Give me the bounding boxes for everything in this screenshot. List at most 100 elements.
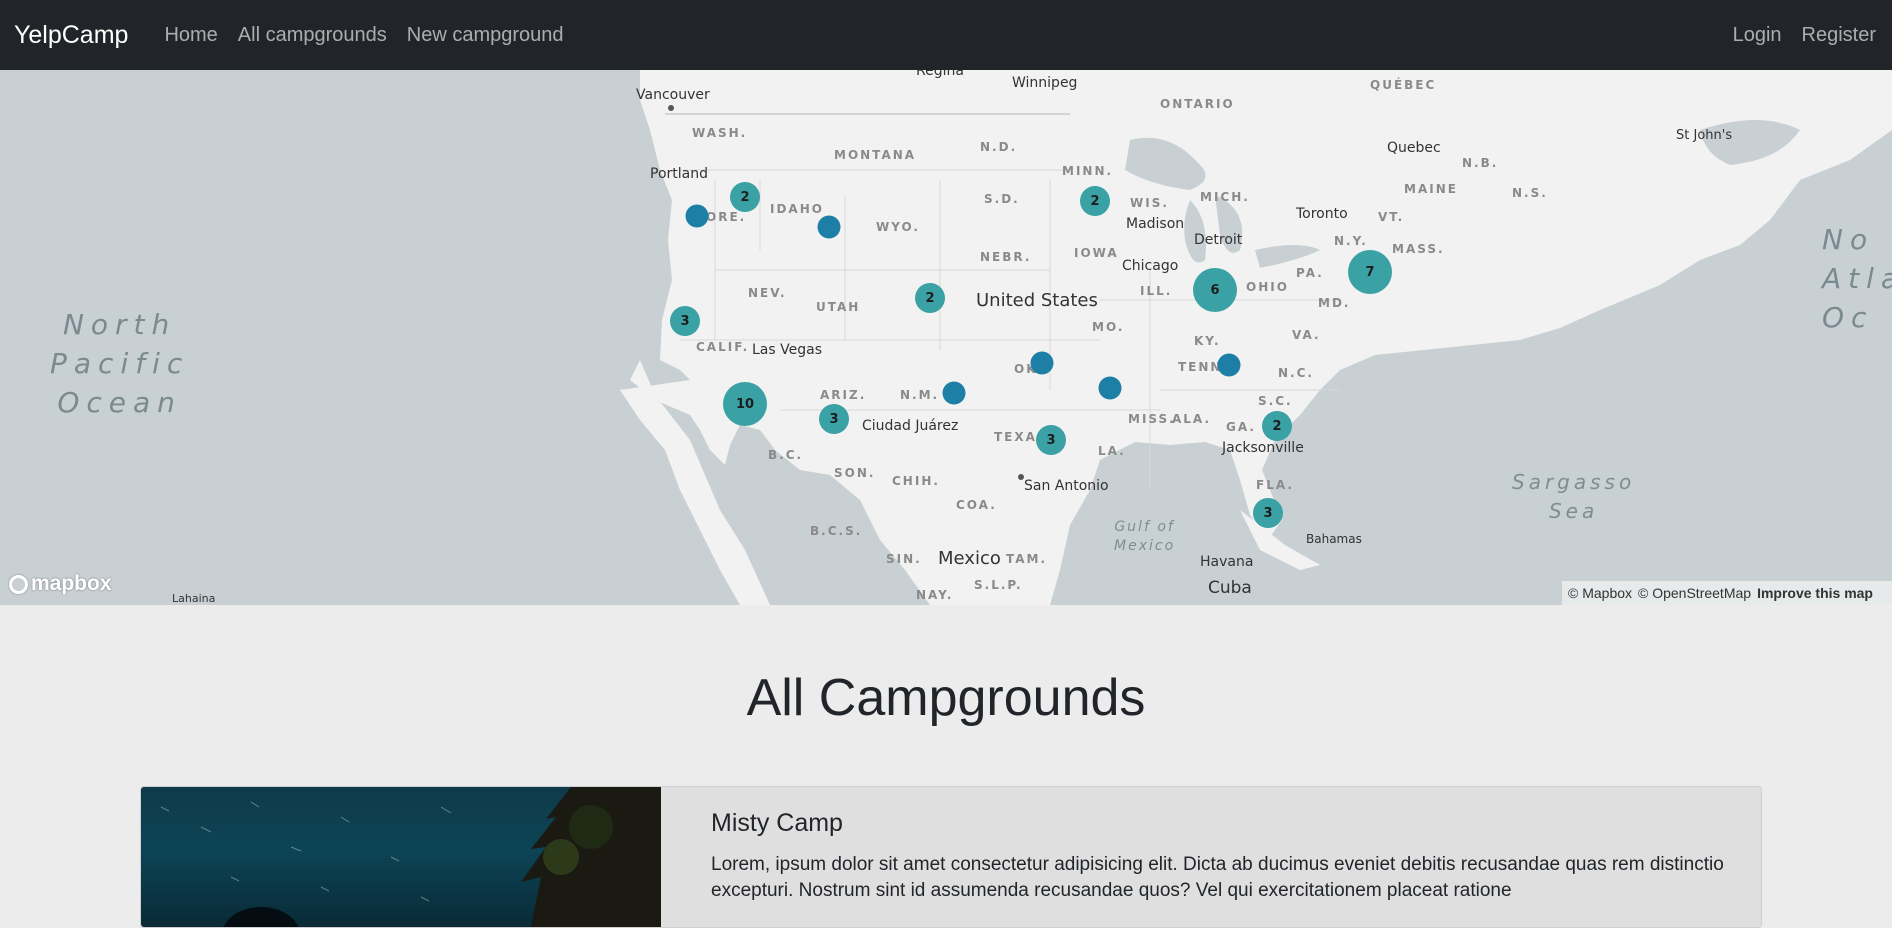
map-label-montana: MONTANA	[834, 148, 917, 162]
cluster-map[interactable]: North Pacific Ocean No Atla Oc Sargasso …	[0, 70, 1892, 605]
map-label-quebec-prov: QUÉBEC	[1370, 78, 1437, 92]
gulf-of-mexico-label: Gulf of Mexico	[1114, 518, 1175, 556]
map-label-vt: VT.	[1378, 210, 1405, 224]
map-label-pa: PA.	[1296, 266, 1324, 280]
navbar: YelpCamp Home All campgrounds New campgr…	[0, 0, 1892, 70]
map-label-mo: MO.	[1092, 320, 1125, 334]
gulf-of-mexico-text: Gulf of Mexico	[1114, 519, 1176, 554]
map-label-madison: Madison	[1126, 216, 1185, 232]
map-label-nc: N.C.	[1278, 366, 1314, 380]
map-label-san-antonio: San Antonio	[1024, 478, 1109, 494]
nav-home-link[interactable]: Home	[164, 24, 217, 47]
map-label-vancouver: Vancouver	[636, 87, 710, 103]
map-point[interactable]	[1030, 351, 1054, 375]
map-label-nebr: NEBR.	[980, 250, 1032, 264]
map-cluster[interactable]: 3	[819, 404, 849, 434]
map-label-slp: S.L.P.	[974, 578, 1023, 592]
star-trails	[160, 801, 452, 927]
map-cluster[interactable]: 3	[670, 306, 700, 336]
register-link[interactable]: Register	[1802, 24, 1876, 47]
map-label-chih: CHIH.	[892, 474, 940, 488]
map-point[interactable]	[1217, 353, 1241, 377]
login-link[interactable]: Login	[1733, 24, 1782, 47]
map-point[interactable]	[817, 215, 841, 239]
map-attribution: © Mapbox © OpenStreetMap Improve this ma…	[1562, 581, 1892, 605]
campground-image	[141, 787, 661, 927]
map-label-wash: WASH.	[692, 126, 748, 140]
map-label-mass: MASS.	[1392, 242, 1445, 256]
map-cluster[interactable]: 7	[1348, 250, 1392, 294]
map-label-calif: CALIF.	[696, 340, 750, 354]
mapbox-attribution-link[interactable]: © Mapbox	[1568, 585, 1632, 601]
map-cluster[interactable]: 2	[1080, 186, 1110, 216]
map-label-portland: Portland	[650, 166, 708, 182]
mapbox-logo-text: mapbox	[31, 572, 112, 595]
map-label-havana: Havana	[1200, 554, 1254, 570]
map-label-bahamas: Bahamas	[1306, 532, 1362, 546]
brand-logo[interactable]: YelpCamp	[14, 21, 128, 50]
map-label-bc: B.C.	[768, 448, 804, 462]
map-label-chicago: Chicago	[1122, 258, 1179, 274]
map-label-nb: N.B.	[1462, 156, 1499, 170]
map-cluster[interactable]: 2	[730, 182, 760, 212]
map-cluster[interactable]: 2	[915, 283, 945, 313]
map-cluster[interactable]: 3	[1036, 425, 1066, 455]
map-label-nm: N.M.	[900, 388, 940, 402]
improve-map-link[interactable]: Improve this map	[1757, 585, 1873, 601]
map-label-wis: WIS.	[1130, 196, 1169, 210]
campground-card-body: Misty Camp Lorem, ipsum dolor sit amet c…	[711, 809, 1741, 904]
map-label-wyo: WYO.	[876, 220, 920, 234]
map-label-va: VA.	[1292, 328, 1321, 342]
mapbox-logo[interactable]: mapbox	[9, 572, 112, 596]
map-point[interactable]	[685, 204, 709, 228]
map-label-son: SON.	[834, 466, 876, 480]
map-cluster[interactable]: 6	[1193, 268, 1237, 312]
map-point[interactable]	[1098, 376, 1122, 400]
map-label-united-states: United States	[976, 290, 1098, 311]
map-label-nev: NEV.	[748, 286, 787, 300]
map-cluster[interactable]: 2	[1262, 411, 1292, 441]
nav-new-campground-link[interactable]: New campground	[407, 24, 564, 47]
north-atlantic-label: No Atla Oc	[1822, 220, 1892, 337]
map-dot	[668, 105, 674, 111]
sargasso-sea-label: Sargasso Sea	[1512, 468, 1635, 526]
map-label-detroit: Detroit	[1194, 232, 1243, 248]
map-dot	[1018, 474, 1024, 480]
osm-attribution-link[interactable]: © OpenStreetMap	[1638, 585, 1751, 601]
north-pacific-text: North Pacific Ocean	[50, 308, 190, 419]
north-pacific-label: North Pacific Ocean	[50, 305, 189, 422]
map-label-ore: ORE.	[706, 210, 747, 224]
north-atlantic-text: No Atla Oc	[1822, 223, 1892, 334]
map-label-md: MD.	[1318, 296, 1351, 310]
campground-description: Lorem, ipsum dolor sit amet consectetur …	[711, 854, 1724, 901]
map-label-idaho: IDAHO	[770, 202, 824, 216]
campground-title: Misty Camp	[711, 809, 843, 837]
map-label-jacksonville: Jacksonville	[1222, 440, 1304, 456]
map-label-fla: FLA.	[1256, 478, 1294, 492]
map-label-iowa: IOWA	[1074, 246, 1119, 260]
map-label-sin: SIN.	[886, 552, 922, 566]
map-label-ontario: ONTARIO	[1160, 97, 1235, 111]
map-label-las-vegas: Las Vegas	[752, 342, 822, 358]
map-label-minn: MINN.	[1062, 164, 1114, 178]
map-point[interactable]	[942, 381, 966, 405]
map-label-tam: TAM.	[1006, 552, 1048, 566]
map-label-lahaina: Lahaina	[172, 592, 216, 605]
map-label-ny: N.Y.	[1334, 234, 1368, 248]
map-label-ns: N.S.	[1512, 186, 1548, 200]
map-label-ohio: OHIO	[1246, 280, 1289, 294]
map-label-ala: ALA.	[1172, 412, 1212, 426]
map-label-sd: S.D.	[984, 192, 1020, 206]
map-cluster[interactable]: 10	[723, 382, 767, 426]
map-label-winnipeg: Winnipeg	[1012, 75, 1078, 91]
map-label-coa: COA.	[956, 498, 997, 512]
nav-auth-links: Login Register	[1713, 24, 1876, 47]
map-label-miss: MISS.	[1128, 412, 1176, 426]
map-label-maine: MAINE	[1404, 182, 1458, 196]
page-title: All Campgrounds	[746, 669, 1146, 727]
map-label-regina: Regina	[916, 70, 964, 79]
map-cluster[interactable]: 3	[1253, 498, 1283, 528]
map-label-bcs: B.C.S.	[810, 524, 863, 538]
map-label-sc: S.C.	[1258, 394, 1293, 408]
nav-all-campgrounds-link[interactable]: All campgrounds	[238, 24, 387, 47]
